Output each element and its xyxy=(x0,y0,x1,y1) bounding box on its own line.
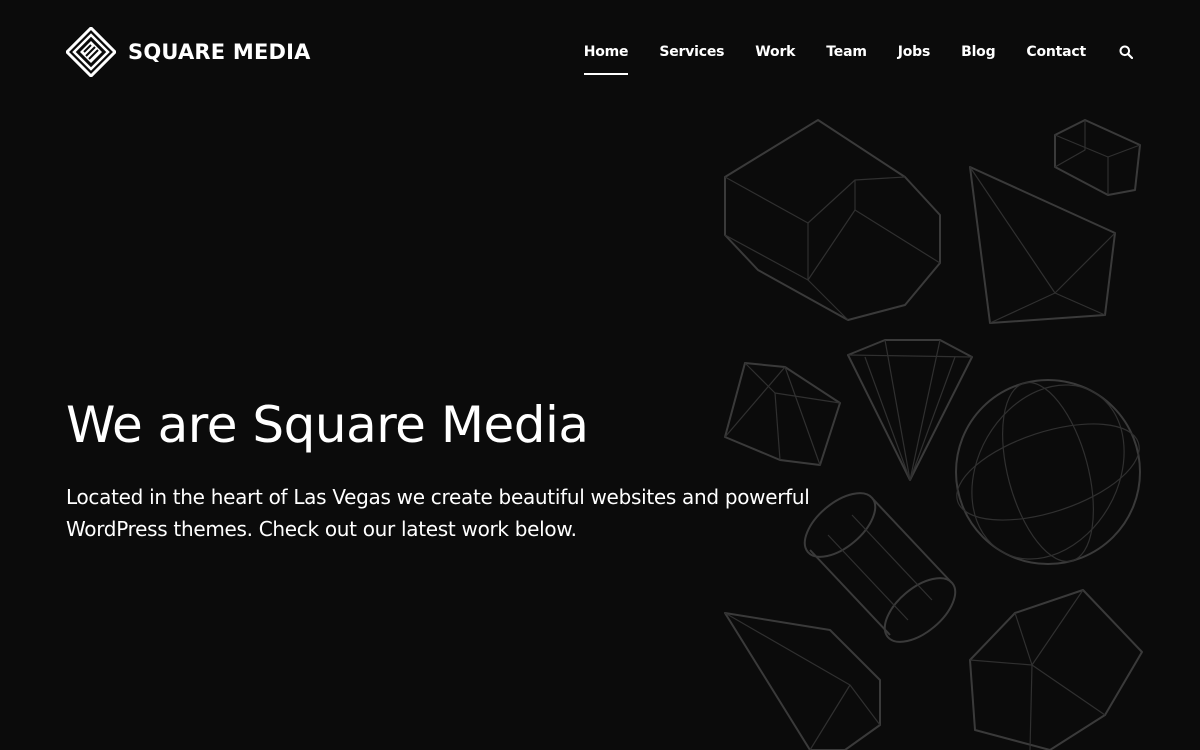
site-header: SQUARE MEDIA Home Services Work Team Job… xyxy=(0,0,1200,105)
nav-item-work[interactable]: Work xyxy=(755,43,795,61)
geometric-shapes-illustration xyxy=(700,105,1200,750)
page: SQUARE MEDIA Home Services Work Team Job… xyxy=(0,0,1200,750)
site-logo[interactable]: SQUARE MEDIA xyxy=(66,27,311,77)
diamond-gem-shape xyxy=(847,339,973,481)
nav-item-jobs[interactable]: Jobs xyxy=(898,43,931,61)
pyramid-shape xyxy=(969,166,1116,324)
nav-item-team[interactable]: Team xyxy=(826,43,867,61)
cone-shape xyxy=(724,612,881,750)
nav-list: Home Services Work Team Jobs Blog Contac… xyxy=(583,43,1134,75)
nav-item-contact[interactable]: Contact xyxy=(1026,43,1086,61)
cube-middle-shape xyxy=(724,362,841,466)
sphere-shape xyxy=(955,379,1141,565)
search-icon xyxy=(1119,45,1133,59)
wireframe-shapes-icon xyxy=(724,119,1143,750)
small-cube-top-shape xyxy=(1054,119,1141,196)
nav-item-services[interactable]: Services xyxy=(659,43,724,61)
octagon-prism-shape xyxy=(724,119,941,321)
diamond-logo-icon xyxy=(66,27,116,77)
brand-name: SQUARE MEDIA xyxy=(128,40,311,64)
large-cube-shape xyxy=(969,589,1143,750)
hero-description: Located in the heart of Las Vegas we cre… xyxy=(66,485,810,541)
nav-item-blog[interactable]: Blog xyxy=(961,43,996,61)
search-button[interactable] xyxy=(1118,43,1134,61)
hero-title: We are Square Media xyxy=(66,396,589,454)
nav-item-home[interactable]: Home xyxy=(583,43,629,75)
